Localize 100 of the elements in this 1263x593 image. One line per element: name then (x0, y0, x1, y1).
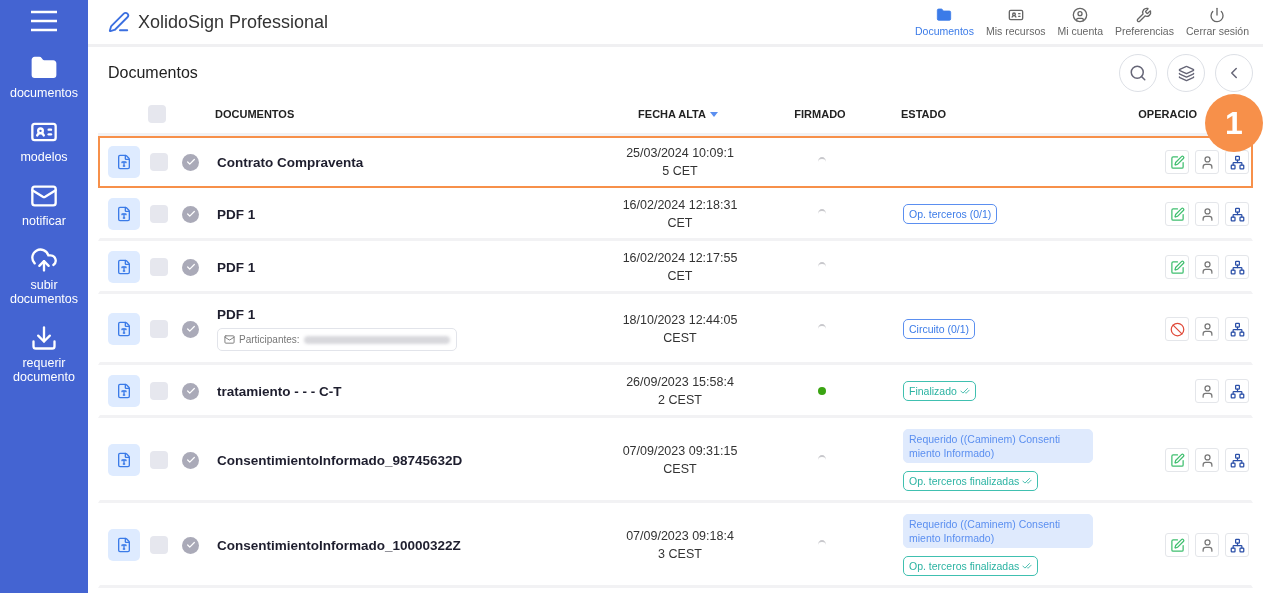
column-header: DOCUMENTOS (215, 108, 295, 120)
hierarchy-button[interactable] (1225, 448, 1249, 472)
row-checkbox[interactable] (150, 536, 168, 554)
user-button[interactable] (1195, 317, 1219, 341)
sidebar-item[interactable]: notificar (2, 182, 86, 228)
edit-icon (1169, 154, 1185, 170)
pdf-file-button[interactable] (108, 375, 140, 407)
hierarchy-button[interactable] (1225, 379, 1249, 403)
app-title: XolidoSign Professional (138, 11, 329, 33)
block-button[interactable] (1165, 317, 1189, 341)
sort-caret-icon (709, 111, 718, 117)
edit-icon (1169, 206, 1185, 222)
row-checkbox[interactable] (150, 320, 168, 338)
edit-icon (1169, 259, 1185, 275)
sidebar-item[interactable]: documentos (2, 54, 86, 100)
sidebar-item[interactable]: subir documentos (2, 246, 86, 306)
search-button[interactable] (1119, 54, 1157, 92)
verified-seal-icon (182, 153, 199, 171)
user-icon (1199, 154, 1215, 170)
verified-seal-icon (182, 205, 199, 223)
row-checkbox[interactable] (150, 451, 168, 469)
pdf-file-button[interactable] (108, 198, 140, 230)
hierarchy-icon (1229, 321, 1245, 337)
status-tag: Requerido ((Caminem) Consenti miento Informado) (903, 514, 1093, 548)
document-name: PDF 1 (217, 307, 257, 322)
hierarchy-icon (1229, 206, 1245, 222)
nav-tab[interactable]: Mis recursos (979, 7, 1052, 37)
date-cell-text: 07/09/2023 09:31:15 CEST (622, 443, 738, 478)
user-button[interactable] (1195, 533, 1219, 557)
double-check-icon (959, 386, 970, 396)
date-cell-text: 18/10/2023 12:44:05 CEST (622, 312, 738, 347)
hierarchy-button[interactable] (1225, 255, 1249, 279)
row-checkbox[interactable] (150, 258, 168, 276)
verified-seal-icon (182, 536, 199, 554)
document-name: ConsentimientoInformado_10000322Z (217, 537, 462, 553)
nav-tab[interactable]: Documentos (909, 7, 980, 37)
nav-tab[interactable]: Mi cuenta (1051, 7, 1109, 37)
hierarchy-button[interactable] (1225, 317, 1249, 341)
pdf-file-button[interactable] (108, 529, 140, 561)
sidebar-item[interactable]: modelos (2, 118, 86, 164)
document-name: Contrato Compraventa (217, 154, 365, 170)
column-header[interactable]: FECHA ALTA (638, 108, 718, 120)
column-header: ESTADO (900, 108, 947, 120)
sidebar-item[interactable]: requerir documento (2, 324, 86, 384)
row-checkbox[interactable] (150, 153, 168, 171)
user-icon (1199, 452, 1215, 468)
row-checkbox[interactable] (150, 205, 168, 223)
pdf-file-icon (116, 206, 132, 222)
verified-seal-icon (182, 382, 199, 400)
row-checkbox[interactable] (150, 382, 168, 400)
status-tag: Op. terceros (0/1) (903, 204, 998, 224)
user-icon (1199, 206, 1215, 222)
layers-button[interactable] (1167, 54, 1205, 92)
edit-button[interactable] (1165, 150, 1189, 174)
hierarchy-icon (1229, 259, 1245, 275)
select-all-checkbox[interactable] (148, 105, 166, 123)
power-icon (1209, 7, 1226, 23)
user-button[interactable] (1195, 202, 1219, 226)
user-button[interactable] (1195, 150, 1219, 174)
menu-icon (30, 10, 58, 32)
date-cell-text: 16/02/2024 12:18:31 CET (622, 197, 738, 232)
pdf-file-button[interactable] (108, 146, 140, 178)
user-button[interactable] (1195, 379, 1219, 403)
column-header: OPERACIO (1138, 108, 1198, 120)
pdf-file-button[interactable] (108, 251, 140, 283)
edit-button[interactable] (1165, 533, 1189, 557)
search-icon (1129, 64, 1147, 82)
nav-tab[interactable]: Cerrar sesión (1179, 7, 1255, 37)
document-name: PDF 1 (217, 206, 257, 222)
layers-icon (1177, 64, 1195, 82)
document-name: tratamiento - - - C-T (217, 383, 343, 399)
edit-button[interactable] (1165, 448, 1189, 472)
date-cell-text: 07/09/2023 09:18:4 3 CEST (626, 528, 734, 563)
prohibited-icon (1169, 321, 1185, 337)
edit-button[interactable] (1165, 255, 1189, 279)
document-name: PDF 1 (217, 259, 257, 275)
hierarchy-button[interactable] (1225, 202, 1249, 226)
envelope-icon (224, 334, 235, 345)
nav-tab[interactable]: Preferencias (1109, 7, 1180, 37)
status-tag: Requerido ((Caminem) Consenti miento Informado) (903, 429, 1093, 463)
date-cell-text: 25/03/2024 10:09:1 5 CET (626, 145, 734, 180)
user-button[interactable] (1195, 255, 1219, 279)
wrench-icon (1136, 7, 1153, 23)
participants-box: Participantes: (217, 328, 457, 351)
cloud-upload-icon (30, 246, 58, 274)
pen-icon (108, 11, 130, 33)
status-tag: Op. terceros finalizadas (903, 471, 1039, 491)
pdf-file-icon (116, 383, 132, 399)
hierarchy-icon (1229, 537, 1245, 553)
hierarchy-icon (1229, 452, 1245, 468)
user-button[interactable] (1195, 448, 1219, 472)
pdf-file-button[interactable] (108, 444, 140, 476)
status-tag: Op. terceros finalizadas (903, 556, 1039, 576)
download-icon (30, 324, 58, 352)
hierarchy-button[interactable] (1225, 150, 1249, 174)
edit-button[interactable] (1165, 202, 1189, 226)
menu-button[interactable] (30, 10, 58, 32)
pdf-file-button[interactable] (108, 313, 140, 345)
hierarchy-button[interactable] (1225, 533, 1249, 557)
date-cell-text: 16/02/2024 12:17:55 CET (622, 250, 738, 285)
